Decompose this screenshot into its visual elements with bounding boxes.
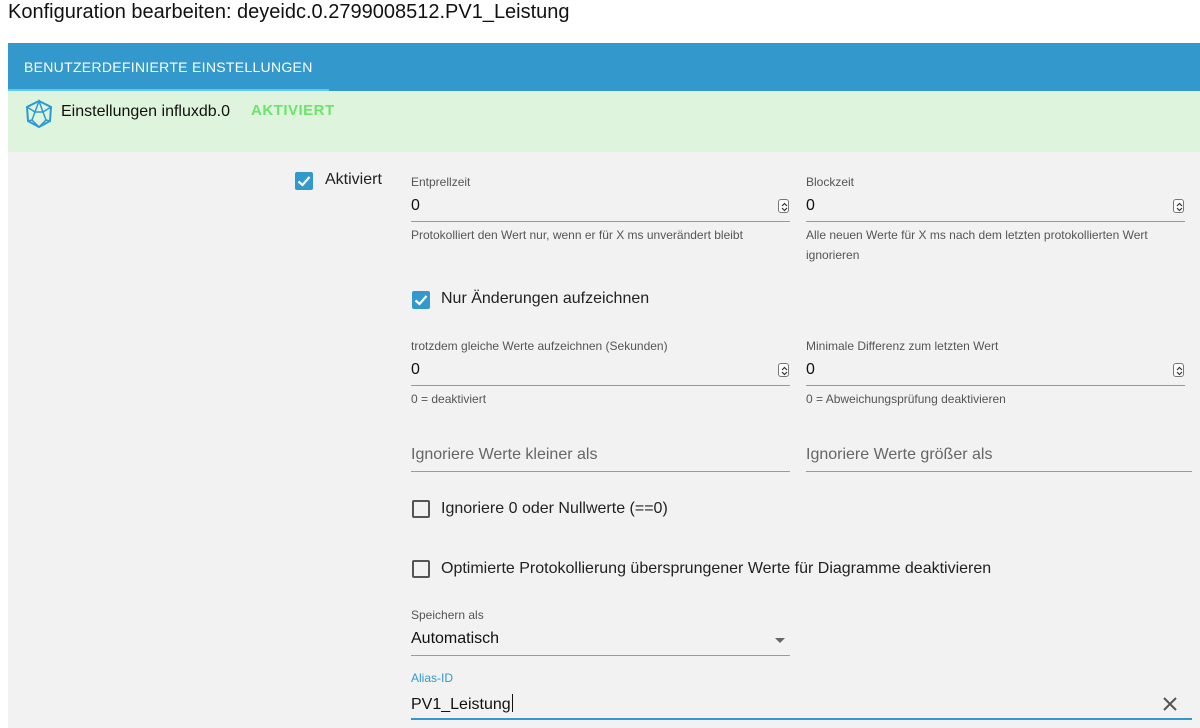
- dialog-title: Konfiguration bearbeiten: deyeidc.0.2799…: [8, 1, 570, 23]
- change-not-more-underline: [411, 385, 790, 386]
- influxdb-icon: [24, 98, 54, 129]
- disable-skipped-checkbox[interactable]: [412, 560, 430, 578]
- debounce-input[interactable]: 0: [411, 197, 420, 215]
- debounce-help: Protokolliert den Wert nur, wenn er für …: [411, 228, 743, 242]
- alias-id-label: Alias-ID: [411, 671, 454, 685]
- enabled-checkbox[interactable]: [295, 172, 313, 190]
- ignore-below-underline: [411, 471, 790, 472]
- settings-panel: Aktiviert Entprellzeit 0 Protokolliert d…: [8, 152, 1200, 728]
- alias-id-underline: [411, 718, 1192, 720]
- ignore-zero-checkbox[interactable]: [412, 500, 430, 518]
- store-as-label: Speichern als: [411, 608, 484, 622]
- store-as-underline: [411, 655, 790, 656]
- debounce-underline: [411, 221, 790, 222]
- instance-status-badge: AKTIVIERT: [251, 102, 335, 119]
- min-diff-label: Minimale Differenz zum letzten Wert: [806, 339, 999, 353]
- blocktime-underline: [806, 221, 1185, 222]
- instance-label: Einstellungen influxdb.0: [61, 103, 231, 120]
- blocktime-help: Alle neuen Werte für X ms nach dem letzt…: [806, 228, 1148, 262]
- chevron-down-icon[interactable]: [775, 638, 785, 643]
- blocktime-stepper-icon[interactable]: [1173, 199, 1184, 213]
- debounce-stepper-icon[interactable]: [778, 199, 789, 213]
- alias-id-value: PV1_Leistung: [411, 696, 511, 713]
- change-not-more-stepper-icon[interactable]: [778, 363, 789, 377]
- checkmark-icon: [414, 295, 428, 306]
- change-not-more-help: 0 = deaktiviert: [411, 392, 487, 406]
- alias-id-input[interactable]: PV1_Leistung: [411, 694, 513, 714]
- tab-custom-settings-label: BENUTZERDEFINIERTE EINSTELLUNGEN: [24, 59, 313, 75]
- min-diff-underline: [806, 385, 1185, 386]
- tab-bar: BENUTZERDEFINIERTE EINSTELLUNGEN: [8, 43, 1200, 91]
- text-caret: [511, 694, 513, 712]
- change-not-more-label: trotzdem gleiche Werte aufzeichnen (Seku…: [411, 339, 668, 353]
- change-not-more-input[interactable]: 0: [411, 361, 420, 379]
- instance-header: Einstellungen influxdb.0 AKTIVIERT: [8, 91, 1200, 152]
- close-icon[interactable]: [1161, 695, 1179, 713]
- ignore-zero-label: Ignoriere 0 oder Nullwerte (==0): [441, 500, 668, 517]
- disable-skipped-label: Optimierte Protokollierung übersprungene…: [441, 560, 992, 577]
- debounce-label: Entprellzeit: [411, 175, 471, 189]
- checkmark-icon: [297, 176, 311, 187]
- blocktime-label: Blockzeit: [806, 175, 855, 189]
- min-diff-input[interactable]: 0: [806, 361, 815, 379]
- min-diff-stepper-icon[interactable]: [1173, 363, 1184, 377]
- ignore-above-underline: [806, 471, 1192, 472]
- changes-only-label: Nur Änderungen aufzeichnen: [441, 290, 650, 307]
- blocktime-input[interactable]: 0: [806, 197, 815, 215]
- tab-custom-settings[interactable]: BENUTZERDEFINIERTE EINSTELLUNGEN: [8, 43, 329, 91]
- ignore-above-input[interactable]: Ignoriere Werte größer als: [806, 446, 992, 464]
- min-diff-help: 0 = Abweichungsprüfung deaktivieren: [806, 392, 1006, 406]
- enabled-checkbox-label: Aktiviert: [325, 171, 382, 188]
- changes-only-checkbox[interactable]: [412, 291, 430, 309]
- store-as-select[interactable]: Automatisch: [411, 630, 499, 648]
- ignore-below-input[interactable]: Ignoriere Werte kleiner als: [411, 446, 597, 464]
